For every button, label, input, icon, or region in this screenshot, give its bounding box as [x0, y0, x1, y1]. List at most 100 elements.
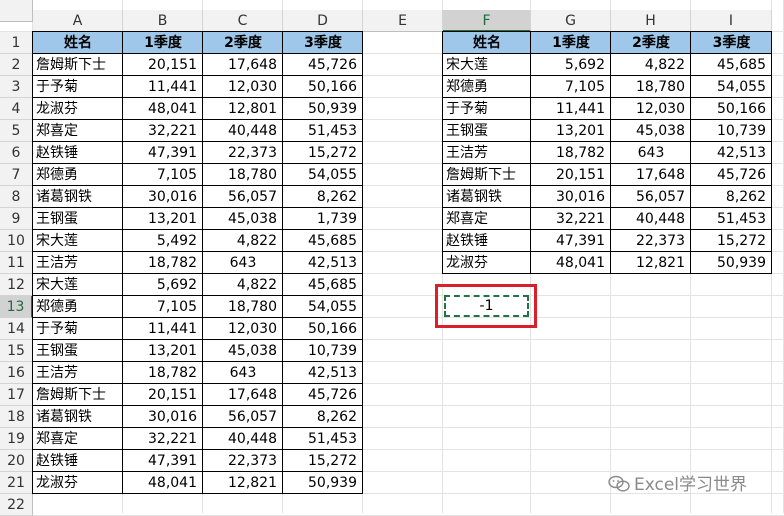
left_table-value-cell[interactable]: 40,448 — [203, 120, 283, 142]
left_table-value-cell[interactable]: 50,166 — [283, 76, 363, 98]
left_table-value-cell[interactable]: 56,057 — [203, 186, 283, 208]
left_table-value-cell[interactable]: 56,057 — [203, 406, 283, 428]
left_table-value-cell[interactable]: 45,038 — [203, 208, 283, 230]
left_table-value-cell[interactable]: 11,441 — [123, 318, 203, 340]
right_table-name-cell[interactable]: 郑喜定 — [443, 208, 531, 230]
right_table-value-cell[interactable]: 54,055 — [691, 76, 772, 98]
left_table-value-cell[interactable]: 54,055 — [283, 296, 363, 318]
left_table-value-cell[interactable]: 45,038 — [203, 340, 283, 362]
left_table-value-cell[interactable]: 18,782 — [123, 252, 203, 274]
left_table-value-cell[interactable]: 42,513 — [283, 362, 363, 384]
row-header-5[interactable]: 5 — [0, 120, 33, 142]
right_table-value-cell[interactable]: 45,685 — [691, 54, 772, 76]
left_table-value-cell[interactable]: 18,782 — [123, 362, 203, 384]
row-header-10[interactable]: 10 — [0, 230, 33, 252]
left_table-name-cell[interactable]: 王钢蛋 — [33, 208, 123, 230]
right_table-name-cell[interactable]: 宋大莲 — [443, 54, 531, 76]
left_table-value-cell[interactable]: 22,373 — [203, 450, 283, 472]
select-all-corner[interactable] — [0, 0, 33, 22]
left_table-value-cell[interactable]: 7,105 — [123, 164, 203, 186]
left_table-value-cell[interactable]: 10,739 — [283, 340, 363, 362]
right_table-header-cell[interactable]: 1季度 — [531, 32, 611, 54]
column-header-f[interactable]: F — [443, 10, 531, 32]
row-header-19[interactable]: 19 — [0, 428, 33, 450]
left_table-header-cell[interactable]: 1季度 — [123, 32, 203, 54]
left_table-value-cell[interactable]: 8,262 — [283, 186, 363, 208]
row-header-4[interactable]: 4 — [0, 98, 33, 120]
right_table-value-cell[interactable]: 56,057 — [611, 186, 691, 208]
row-header-9[interactable]: 9 — [0, 208, 33, 230]
right_table-value-cell[interactable]: 18,780 — [611, 76, 691, 98]
right_table-value-cell[interactable]: 7,105 — [531, 76, 611, 98]
row-header-1[interactable]: 1 — [0, 32, 33, 54]
column-header-a[interactable]: A — [33, 10, 123, 32]
left_table-value-cell[interactable]: 18,780 — [203, 296, 283, 318]
left_table-name-cell[interactable]: 于予菊 — [33, 76, 123, 98]
right_table-name-cell[interactable]: 郑德勇 — [443, 76, 531, 98]
left_table-value-cell[interactable]: 12,801 — [203, 98, 283, 120]
left_table-name-cell[interactable]: 郑德勇 — [33, 296, 123, 318]
right_table-value-cell[interactable]: 42,513 — [691, 142, 772, 164]
left_table-value-cell[interactable]: 48,041 — [123, 98, 203, 120]
left_table-value-cell[interactable]: 45,726 — [283, 384, 363, 406]
right_table-value-cell[interactable]: 15,272 — [691, 230, 772, 252]
left_table-name-cell[interactable]: 王钢蛋 — [33, 340, 123, 362]
row-header-2[interactable]: 2 — [0, 54, 33, 76]
row-header-3[interactable]: 3 — [0, 76, 33, 98]
left_table-value-cell[interactable]: 13,201 — [123, 208, 203, 230]
right_table-value-cell[interactable]: 51,453 — [691, 208, 772, 230]
left_table-name-cell[interactable]: 詹姆斯下士 — [33, 384, 123, 406]
row-header-13[interactable]: 13 — [0, 296, 33, 318]
right_table-value-cell[interactable]: 32,221 — [531, 208, 611, 230]
right_table-value-cell[interactable]: 13,201 — [531, 120, 611, 142]
right_table-value-cell[interactable]: 12,821 — [611, 252, 691, 274]
left_table-value-cell[interactable]: 15,272 — [283, 450, 363, 472]
left_table-name-cell[interactable]: 王洁芳 — [33, 362, 123, 384]
row-header-16[interactable]: 16 — [0, 362, 33, 384]
right_table-name-cell[interactable]: 于予菊 — [443, 98, 531, 120]
active-cell-f13[interactable]: -1 — [444, 295, 529, 317]
left_table-value-cell[interactable]: 50,166 — [283, 318, 363, 340]
left_table-value-cell[interactable]: 17,648 — [203, 54, 283, 76]
right_table-value-cell[interactable]: 11,441 — [531, 98, 611, 120]
right_table-name-cell[interactable]: 詹姆斯下士 — [443, 164, 531, 186]
left_table-value-cell[interactable]: 45,685 — [283, 274, 363, 296]
column-header-h[interactable]: H — [611, 10, 691, 32]
left_table-value-cell[interactable]: 5,492 — [123, 230, 203, 252]
spreadsheet-grid[interactable]: A B C D E F G H I 1 2 3 4 5 6 7 8 9 10 11 12 13 14 15 16 17 18 19 20… — [0, 0, 784, 516]
left_table-name-cell[interactable]: 王洁芳 — [33, 252, 123, 274]
column-header-i[interactable]: I — [691, 10, 772, 32]
right_table-header-cell[interactable]: 3季度 — [691, 32, 772, 54]
left_table-value-cell[interactable]: 30,016 — [123, 406, 203, 428]
right_table-value-cell[interactable]: 8,262 — [691, 186, 772, 208]
row-header-12[interactable]: 12 — [0, 274, 33, 296]
right_table-value-cell[interactable]: 18,782 — [531, 142, 611, 164]
right_table-name-cell[interactable]: 王钢蛋 — [443, 120, 531, 142]
left_table-value-cell[interactable]: 47,391 — [123, 142, 203, 164]
left_table-header-cell[interactable]: 3季度 — [283, 32, 363, 54]
row-header-8[interactable]: 8 — [0, 186, 33, 208]
left_table-value-cell[interactable]: 51,453 — [283, 428, 363, 450]
left_table-name-cell[interactable]: 宋大莲 — [33, 274, 123, 296]
right_table-name-cell[interactable]: 赵铁锤 — [443, 230, 531, 252]
column-header-b[interactable]: B — [123, 10, 203, 32]
right_table-value-cell[interactable]: 20,151 — [531, 164, 611, 186]
left_table-name-cell[interactable]: 龙淑芬 — [33, 98, 123, 120]
left_table-value-cell[interactable]: 643 — [203, 252, 283, 274]
left_table-name-cell[interactable]: 诸葛钢铁 — [33, 406, 123, 428]
left_table-value-cell[interactable]: 12,821 — [203, 472, 283, 494]
right_table-header-cell[interactable]: 姓名 — [443, 32, 531, 54]
left_table-value-cell[interactable]: 40,448 — [203, 428, 283, 450]
left_table-value-cell[interactable]: 22,373 — [203, 142, 283, 164]
column-header-g[interactable]: G — [531, 10, 611, 32]
row-header-15[interactable]: 15 — [0, 340, 33, 362]
right_table-value-cell[interactable]: 45,726 — [691, 164, 772, 186]
right_table-value-cell[interactable]: 4,822 — [611, 54, 691, 76]
right_table-value-cell[interactable]: 643 — [611, 142, 691, 164]
row-header-7[interactable]: 7 — [0, 164, 33, 186]
left_table-value-cell[interactable]: 4,822 — [203, 230, 283, 252]
left_table-value-cell[interactable]: 7,105 — [123, 296, 203, 318]
left_table-value-cell[interactable]: 47,391 — [123, 450, 203, 472]
left_table-header-cell[interactable]: 2季度 — [203, 32, 283, 54]
row-header-21[interactable]: 21 — [0, 472, 33, 494]
